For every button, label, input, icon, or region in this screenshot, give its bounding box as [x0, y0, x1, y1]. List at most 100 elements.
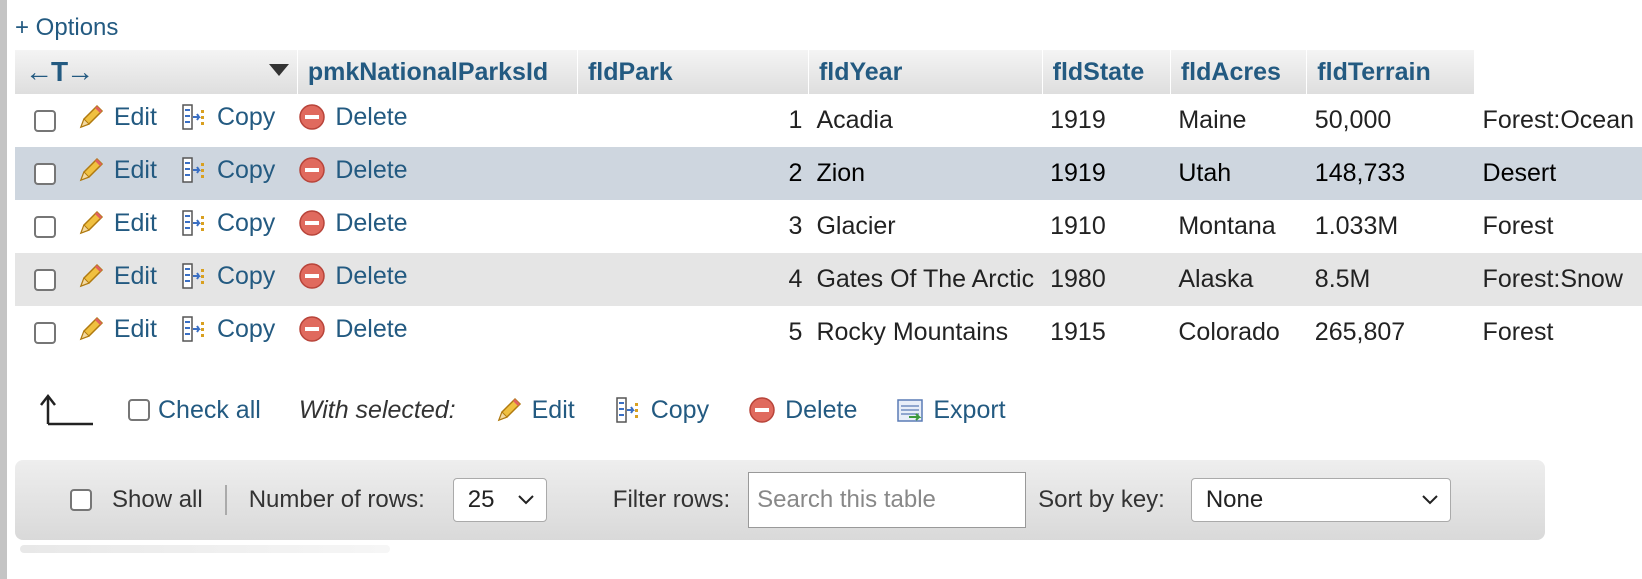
copy-action[interactable]: Copy [178, 253, 298, 306]
edit-link[interactable]: Edit [114, 103, 157, 132]
cell-terrain[interactable]: Desert [1474, 147, 1642, 200]
cell-state[interactable]: Montana [1170, 200, 1307, 253]
column-move-arrows-icon[interactable]: ←T→ [25, 56, 94, 87]
bulk-copy-label[interactable]: Copy [651, 396, 709, 425]
cell-id[interactable]: 3 [577, 200, 809, 253]
column-header-state-label[interactable]: fldState [1053, 58, 1145, 86]
column-header-year[interactable]: fldYear [808, 50, 1043, 94]
bulk-export-button[interactable]: Export [895, 395, 1006, 425]
copy-action[interactable]: Copy [178, 94, 298, 147]
column-sort-dropdown-icon[interactable] [268, 64, 289, 76]
copy-link[interactable]: Copy [217, 156, 275, 185]
show-all-label[interactable]: Show all [112, 486, 203, 514]
column-header-park-label[interactable]: fldPark [588, 58, 673, 86]
delete-action[interactable]: Delete [297, 147, 578, 200]
check-all-label[interactable]: Check all [158, 396, 261, 425]
show-all-control[interactable]: Show all [70, 486, 203, 514]
rows-select[interactable]: 25 [452, 478, 547, 522]
cell-terrain[interactable]: Forest [1474, 200, 1642, 253]
cell-year[interactable]: 1919 [1042, 94, 1171, 147]
cell-park[interactable]: Zion [808, 147, 1043, 200]
delete-link[interactable]: Delete [335, 103, 407, 132]
cell-acres[interactable]: 1.033M [1306, 200, 1475, 253]
check-all-control[interactable]: Check all [128, 396, 261, 425]
bulk-delete-label[interactable]: Delete [785, 396, 857, 425]
edit-link[interactable]: Edit [114, 262, 157, 291]
cell-acres[interactable]: 265,807 [1306, 306, 1475, 359]
delete-link[interactable]: Delete [335, 315, 407, 344]
edit-link[interactable]: Edit [114, 156, 157, 185]
bulk-export-label[interactable]: Export [933, 396, 1005, 425]
delete-link[interactable]: Delete [335, 156, 407, 185]
table-row: Edit Copy Delete 5 Rocky Mountains 1915 … [15, 306, 1642, 359]
edit-action[interactable]: Edit [75, 306, 179, 359]
copy-action[interactable]: Copy [178, 200, 298, 253]
column-header-year-label[interactable]: fldYear [819, 58, 902, 86]
delete-action[interactable]: Delete [297, 94, 578, 147]
column-header-terrain[interactable]: fldTerrain [1306, 50, 1476, 94]
cell-park[interactable]: Rocky Mountains [808, 306, 1043, 359]
delete-action[interactable]: Delete [297, 253, 578, 306]
cell-terrain[interactable]: Forest [1474, 306, 1642, 359]
row-checkbox[interactable] [34, 322, 57, 345]
cell-id[interactable]: 4 [577, 253, 809, 306]
row-checkbox[interactable] [34, 269, 57, 292]
cell-park[interactable]: Acadia [808, 94, 1043, 147]
column-header-park[interactable]: fldPark [577, 50, 809, 94]
copy-action[interactable]: Copy [178, 147, 298, 200]
with-selected-label: With selected: [298, 395, 456, 424]
column-header-terrain-label[interactable]: fldTerrain [1317, 58, 1430, 86]
filter-input[interactable] [748, 472, 1027, 528]
cell-state[interactable]: Colorado [1170, 306, 1307, 359]
bulk-delete-button[interactable]: Delete [747, 395, 857, 425]
cell-park[interactable]: Glacier [808, 200, 1043, 253]
copy-link[interactable]: Copy [217, 103, 275, 132]
edit-action[interactable]: Edit [75, 200, 179, 253]
column-header-id-label[interactable]: pmkNationalParksId [308, 58, 548, 86]
row-checkbox[interactable] [34, 110, 57, 133]
cell-year[interactable]: 1919 [1042, 147, 1171, 200]
show-all-checkbox[interactable] [70, 489, 92, 511]
cell-acres[interactable]: 8.5M [1306, 253, 1475, 306]
cell-terrain[interactable]: Forest:Snow [1474, 253, 1642, 306]
copy-link[interactable]: Copy [217, 209, 275, 238]
cell-park[interactable]: Gates Of The Arctic [808, 253, 1043, 306]
edit-link[interactable]: Edit [114, 315, 157, 344]
cell-state[interactable]: Utah [1170, 147, 1307, 200]
bulk-edit-button[interactable]: Edit [494, 395, 575, 425]
cell-acres[interactable]: 148,733 [1306, 147, 1475, 200]
delete-action[interactable]: Delete [297, 306, 578, 359]
cell-id[interactable]: 2 [577, 147, 809, 200]
delete-link[interactable]: Delete [335, 209, 407, 238]
column-header-id[interactable]: pmkNationalParksId [297, 50, 578, 94]
cell-acres[interactable]: 50,000 [1306, 94, 1475, 147]
row-checkbox[interactable] [34, 216, 57, 239]
bulk-copy-button[interactable]: Copy [613, 395, 709, 425]
sort-select[interactable]: None [1190, 478, 1451, 522]
cell-year[interactable]: 1915 [1042, 306, 1171, 359]
column-header-acres[interactable]: fldAcres [1170, 50, 1308, 94]
edit-link[interactable]: Edit [114, 209, 157, 238]
cell-id[interactable]: 5 [577, 306, 809, 359]
copy-row-icon [179, 314, 209, 344]
row-checkbox[interactable] [34, 163, 57, 186]
edit-action[interactable]: Edit [75, 94, 179, 147]
column-header-acres-label[interactable]: fldAcres [1181, 58, 1281, 86]
delete-action[interactable]: Delete [297, 200, 578, 253]
options-link[interactable]: + Options [15, 14, 118, 42]
cell-terrain[interactable]: Forest:Ocean [1474, 94, 1642, 147]
cell-year[interactable]: 1910 [1042, 200, 1171, 253]
cell-year[interactable]: 1980 [1042, 253, 1171, 306]
copy-link[interactable]: Copy [217, 262, 275, 291]
delete-link[interactable]: Delete [335, 262, 407, 291]
cell-id[interactable]: 1 [577, 94, 809, 147]
column-header-state[interactable]: fldState [1042, 50, 1171, 94]
edit-action[interactable]: Edit [75, 253, 179, 306]
cell-state[interactable]: Alaska [1170, 253, 1307, 306]
cell-state[interactable]: Maine [1170, 94, 1307, 147]
copy-link[interactable]: Copy [217, 315, 275, 344]
edit-action[interactable]: Edit [75, 147, 179, 200]
bulk-edit-label[interactable]: Edit [532, 396, 575, 425]
copy-action[interactable]: Copy [178, 306, 298, 359]
check-all-checkbox[interactable] [128, 399, 150, 421]
